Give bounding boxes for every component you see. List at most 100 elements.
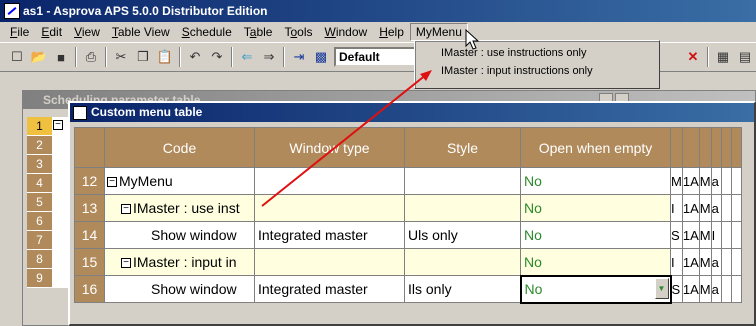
column-header[interactable]: Code xyxy=(104,127,255,168)
close-icon[interactable]: ✕ xyxy=(682,46,704,68)
open-cell[interactable]: No xyxy=(520,194,671,222)
extra-cell[interactable]: I xyxy=(710,221,722,249)
style-cell[interactable] xyxy=(404,167,521,195)
code-cell[interactable]: − MyMenu xyxy=(104,167,255,195)
table-row[interactable]: 16 Show window Integrated master Ils only No… xyxy=(74,274,742,304)
collapse-icon[interactable]: − xyxy=(107,177,117,188)
row-number[interactable]: 12 xyxy=(74,167,105,195)
menu-help[interactable]: Help xyxy=(373,23,410,41)
extra-cell[interactable] xyxy=(720,248,732,276)
extra-cell[interactable]: M xyxy=(698,221,712,249)
layout-icon-2[interactable]: ▤ xyxy=(734,46,756,68)
column-header[interactable]: Open when empty xyxy=(520,127,671,168)
menu-mymenu[interactable]: MyMenu xyxy=(409,22,468,41)
new-icon[interactable]: ☐ xyxy=(6,46,28,68)
style-cell[interactable] xyxy=(404,194,521,222)
open-cell[interactable]: No xyxy=(520,221,671,249)
window-type-cell[interactable]: Integrated master xyxy=(254,275,405,303)
extra-cell[interactable]: a xyxy=(710,167,722,195)
code-cell[interactable]: Show window xyxy=(104,275,255,303)
extra-cell[interactable] xyxy=(730,221,742,249)
extra-cell[interactable]: a xyxy=(710,275,722,303)
extra-cell[interactable]: 1A xyxy=(681,167,700,195)
row-number[interactable]: 16 xyxy=(74,275,105,303)
extra-cell[interactable] xyxy=(730,248,742,276)
extra-cell[interactable]: 1A xyxy=(681,221,700,249)
paste-icon[interactable]: 📋 xyxy=(154,46,176,68)
tree-icon[interactable]: ▩ xyxy=(310,46,332,68)
extra-cell[interactable]: I xyxy=(670,194,683,222)
window-type-cell[interactable]: Integrated master xyxy=(254,221,405,249)
extra-cell[interactable]: M xyxy=(670,167,683,195)
row-number[interactable]: 15 xyxy=(74,248,105,276)
extra-cell[interactable] xyxy=(720,221,732,249)
save-icon[interactable]: ■ xyxy=(50,46,72,68)
row-number[interactable]: 13 xyxy=(74,194,105,222)
menu-item-imaster-use[interactable]: IMaster : use instructions only xyxy=(417,44,657,62)
menu-edit[interactable]: Edit xyxy=(35,23,68,41)
menu-tools[interactable]: Tools xyxy=(278,23,318,41)
extra-cell[interactable] xyxy=(720,275,732,303)
extra-cell[interactable]: I xyxy=(670,248,683,276)
window-type-cell[interactable] xyxy=(254,167,405,195)
forward-icon[interactable]: ⇒ xyxy=(258,46,280,68)
row-number[interactable]: 3 xyxy=(27,155,53,173)
code-cell[interactable]: − IMaster : use inst xyxy=(104,194,255,222)
window-type-cell[interactable] xyxy=(254,194,405,222)
table-row[interactable]: 14 Show window Integrated master Uls only No… xyxy=(74,221,742,249)
extra-cell[interactable]: M xyxy=(698,248,712,276)
extra-cell[interactable] xyxy=(730,275,742,303)
extra-cell[interactable]: 1A xyxy=(681,194,700,222)
extra-cell[interactable] xyxy=(720,167,732,195)
dropdown-arrow-icon[interactable]: ▼ xyxy=(654,277,669,299)
cut-icon[interactable]: ✂ xyxy=(110,46,132,68)
style-cell[interactable]: Ils only xyxy=(404,275,521,303)
code-cell[interactable]: Show window xyxy=(104,221,255,249)
row-number[interactable]: 6 xyxy=(27,212,53,230)
row-number[interactable]: 14 xyxy=(74,221,105,249)
collapse-icon[interactable]: − xyxy=(53,119,63,130)
row-number[interactable]: 1 xyxy=(27,117,53,135)
extra-cell[interactable] xyxy=(730,167,742,195)
style-cell[interactable] xyxy=(404,248,521,276)
extra-cell[interactable]: S xyxy=(670,221,683,249)
menu-schedule[interactable]: Schedule xyxy=(176,23,238,41)
table-row[interactable]: 13− IMaster : use inst No I 1A Ma xyxy=(74,194,742,222)
menu-item-imaster-input[interactable]: IMaster : input instructions only xyxy=(417,62,657,80)
menu-window[interactable]: Window xyxy=(319,23,374,41)
extra-cell[interactable]: M xyxy=(698,275,712,303)
open-cell[interactable]: No xyxy=(520,248,671,276)
redo-icon[interactable]: ↷ xyxy=(206,46,228,68)
row-number[interactable]: 9 xyxy=(27,269,53,287)
layout-icon[interactable]: ▦ xyxy=(712,46,734,68)
row-number[interactable]: 5 xyxy=(27,193,53,211)
menu-table[interactable]: Table xyxy=(238,23,279,41)
extra-cell[interactable]: a xyxy=(710,248,722,276)
open-cell[interactable]: No ▼ xyxy=(519,274,672,304)
view-combo[interactable]: Default xyxy=(334,47,420,67)
row-number[interactable]: 4 xyxy=(27,174,53,192)
table-row[interactable]: 15− IMaster : input in No I 1A Ma xyxy=(74,248,742,276)
extra-cell[interactable]: 1A xyxy=(681,275,700,303)
extra-cell[interactable] xyxy=(730,194,742,222)
copy-icon[interactable]: ❐ xyxy=(132,46,154,68)
back-icon[interactable]: ⇐ xyxy=(236,46,258,68)
column-header[interactable]: Window type xyxy=(254,127,405,168)
indent-icon[interactable]: ⇥ xyxy=(288,46,310,68)
extra-cell[interactable]: a xyxy=(710,194,722,222)
code-cell[interactable]: − IMaster : input in xyxy=(104,248,255,276)
row-number[interactable]: 8 xyxy=(27,250,53,268)
menu-table-view[interactable]: Table View xyxy=(106,23,176,41)
row-number[interactable]: 2 xyxy=(27,136,53,154)
open-icon[interactable]: 📂 xyxy=(28,46,50,68)
window-type-cell[interactable] xyxy=(254,248,405,276)
extra-cell[interactable]: S xyxy=(670,275,683,303)
style-cell[interactable]: Uls only xyxy=(404,221,521,249)
column-header[interactable]: Style xyxy=(404,127,521,168)
row-number[interactable]: 7 xyxy=(27,231,53,249)
extra-cell[interactable]: M xyxy=(698,194,712,222)
extra-cell[interactable] xyxy=(720,194,732,222)
print-icon[interactable]: ⎙ xyxy=(80,46,102,68)
collapse-icon[interactable]: − xyxy=(121,258,131,269)
extra-cell[interactable]: M xyxy=(698,167,712,195)
